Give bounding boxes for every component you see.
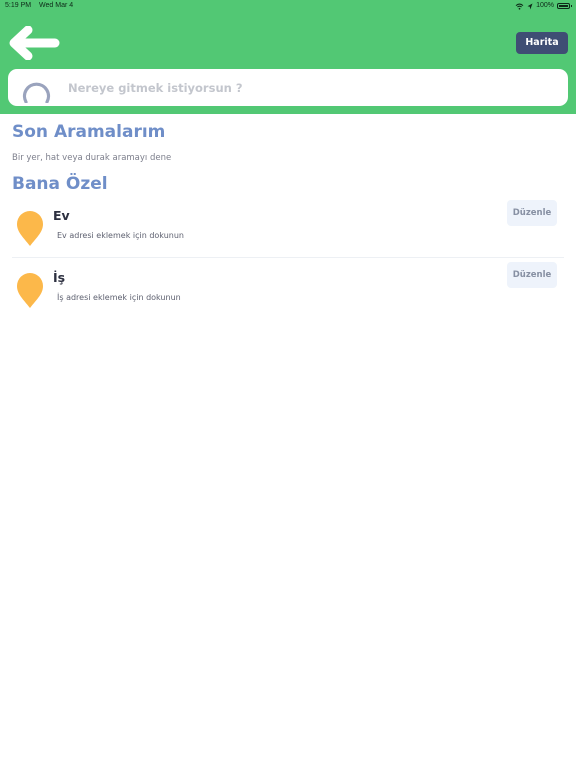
favorite-home-row[interactable]: Ev Ev adresi eklemek için dokunun Düzenl…: [0, 200, 576, 260]
favorites-title: Bana Özel: [12, 174, 108, 194]
recent-searches-hint: Bir yer, hat veya durak aramayı dene: [12, 153, 172, 163]
wifi-icon: [515, 3, 524, 10]
edit-home-button[interactable]: Düzenle: [507, 200, 557, 226]
favorite-home-title: Ev: [53, 208, 70, 223]
search-box[interactable]: [8, 69, 568, 106]
battery-icon: [557, 3, 572, 9]
favorite-work-subtitle: İş adresi eklemek için dokunun: [57, 293, 181, 302]
header: Harita: [0, 12, 576, 114]
location-pin-icon: [17, 211, 43, 246]
divider: [12, 257, 564, 258]
search-icon: [22, 82, 51, 103]
status-left: 5:19 PM Wed Mar 4: [5, 0, 73, 12]
search-input[interactable]: [68, 69, 548, 106]
back-arrow-icon: [9, 25, 60, 61]
location-arrow-icon: [527, 3, 533, 9]
status-bar: 5:19 PM Wed Mar 4 100%: [0, 0, 576, 12]
map-button[interactable]: Harita: [516, 32, 568, 54]
status-time: 5:19 PM: [5, 2, 32, 9]
back-button[interactable]: [8, 25, 60, 61]
recent-searches-title: Son Aramalarım: [12, 122, 166, 142]
favorite-home-subtitle: Ev adresi eklemek için dokunun: [57, 231, 184, 240]
status-date: Wed Mar 4: [39, 2, 74, 9]
status-right: 100%: [515, 0, 572, 12]
battery-percent: 100%: [536, 2, 554, 9]
favorite-work-title: İş: [53, 270, 66, 285]
favorite-work-row[interactable]: İş İş adresi eklemek için dokunun Düzenl…: [0, 262, 576, 322]
location-pin-icon: [17, 273, 43, 308]
edit-work-button[interactable]: Düzenle: [507, 262, 557, 288]
